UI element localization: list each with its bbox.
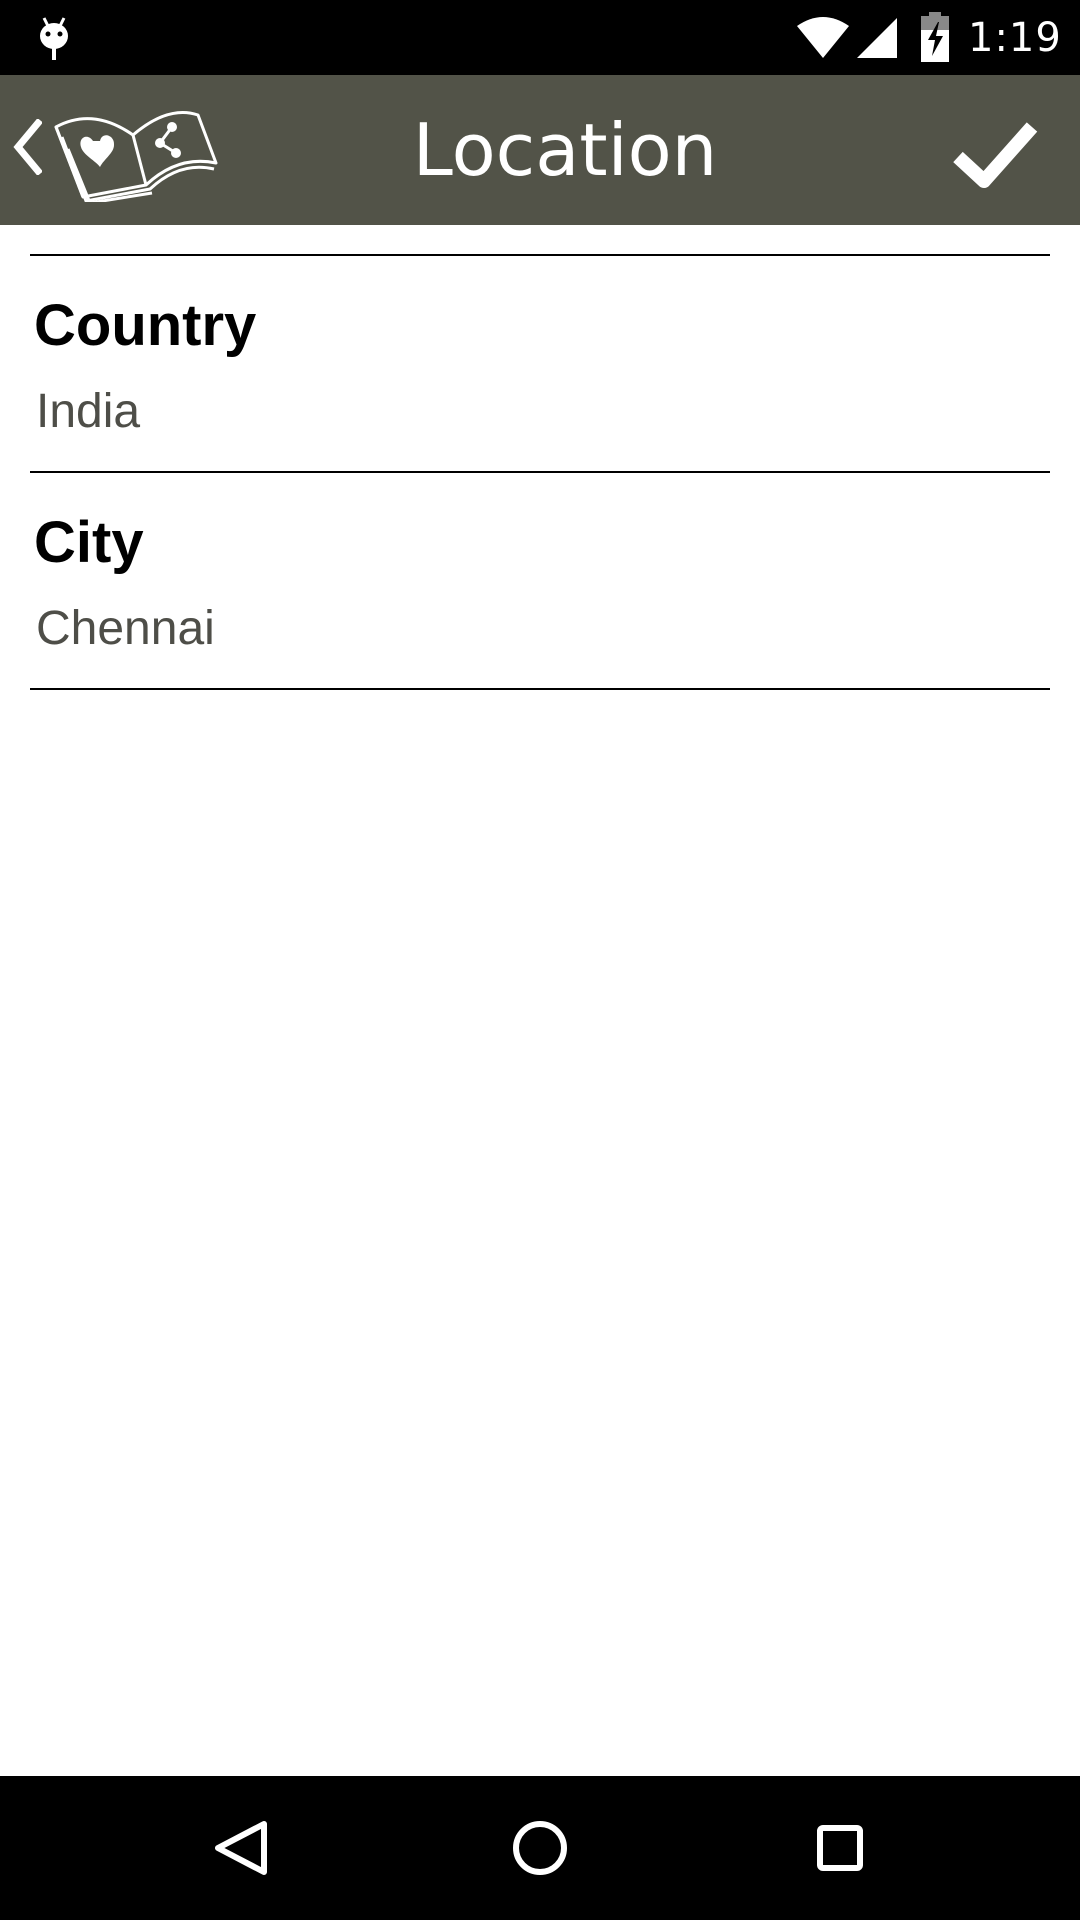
country-label: Country xyxy=(34,293,257,358)
back-button[interactable] xyxy=(0,75,220,225)
checkmark-icon xyxy=(953,122,1038,188)
wifi-icon xyxy=(797,17,849,58)
nav-recents-button[interactable] xyxy=(770,1798,910,1898)
divider xyxy=(30,688,1050,690)
status-bar: 1:19 xyxy=(0,0,1080,75)
book-heart-share-icon xyxy=(54,111,218,202)
debug-icon xyxy=(40,17,68,60)
divider xyxy=(30,471,1050,473)
divider xyxy=(30,254,1050,256)
home-circle-icon xyxy=(513,1821,567,1875)
city-value: Chennai xyxy=(36,602,215,655)
signal-icon xyxy=(857,18,897,58)
status-time: 1:19 xyxy=(968,15,1062,61)
recents-square-icon xyxy=(817,1825,863,1871)
nav-home-button[interactable] xyxy=(470,1798,610,1898)
nav-back-button[interactable] xyxy=(170,1798,310,1898)
country-field[interactable]: Country India xyxy=(30,258,1050,473)
page-title: Location xyxy=(412,108,718,192)
navigation-bar xyxy=(0,1776,1080,1920)
battery-charging-icon xyxy=(921,12,949,62)
done-button[interactable] xyxy=(950,115,1040,195)
country-value: India xyxy=(36,385,141,438)
chevron-left-icon xyxy=(13,119,42,175)
back-triangle-icon xyxy=(215,1821,267,1875)
city-field[interactable]: City Chennai xyxy=(30,475,1050,690)
city-label: City xyxy=(34,510,144,575)
app-bar: Location xyxy=(0,75,1080,225)
